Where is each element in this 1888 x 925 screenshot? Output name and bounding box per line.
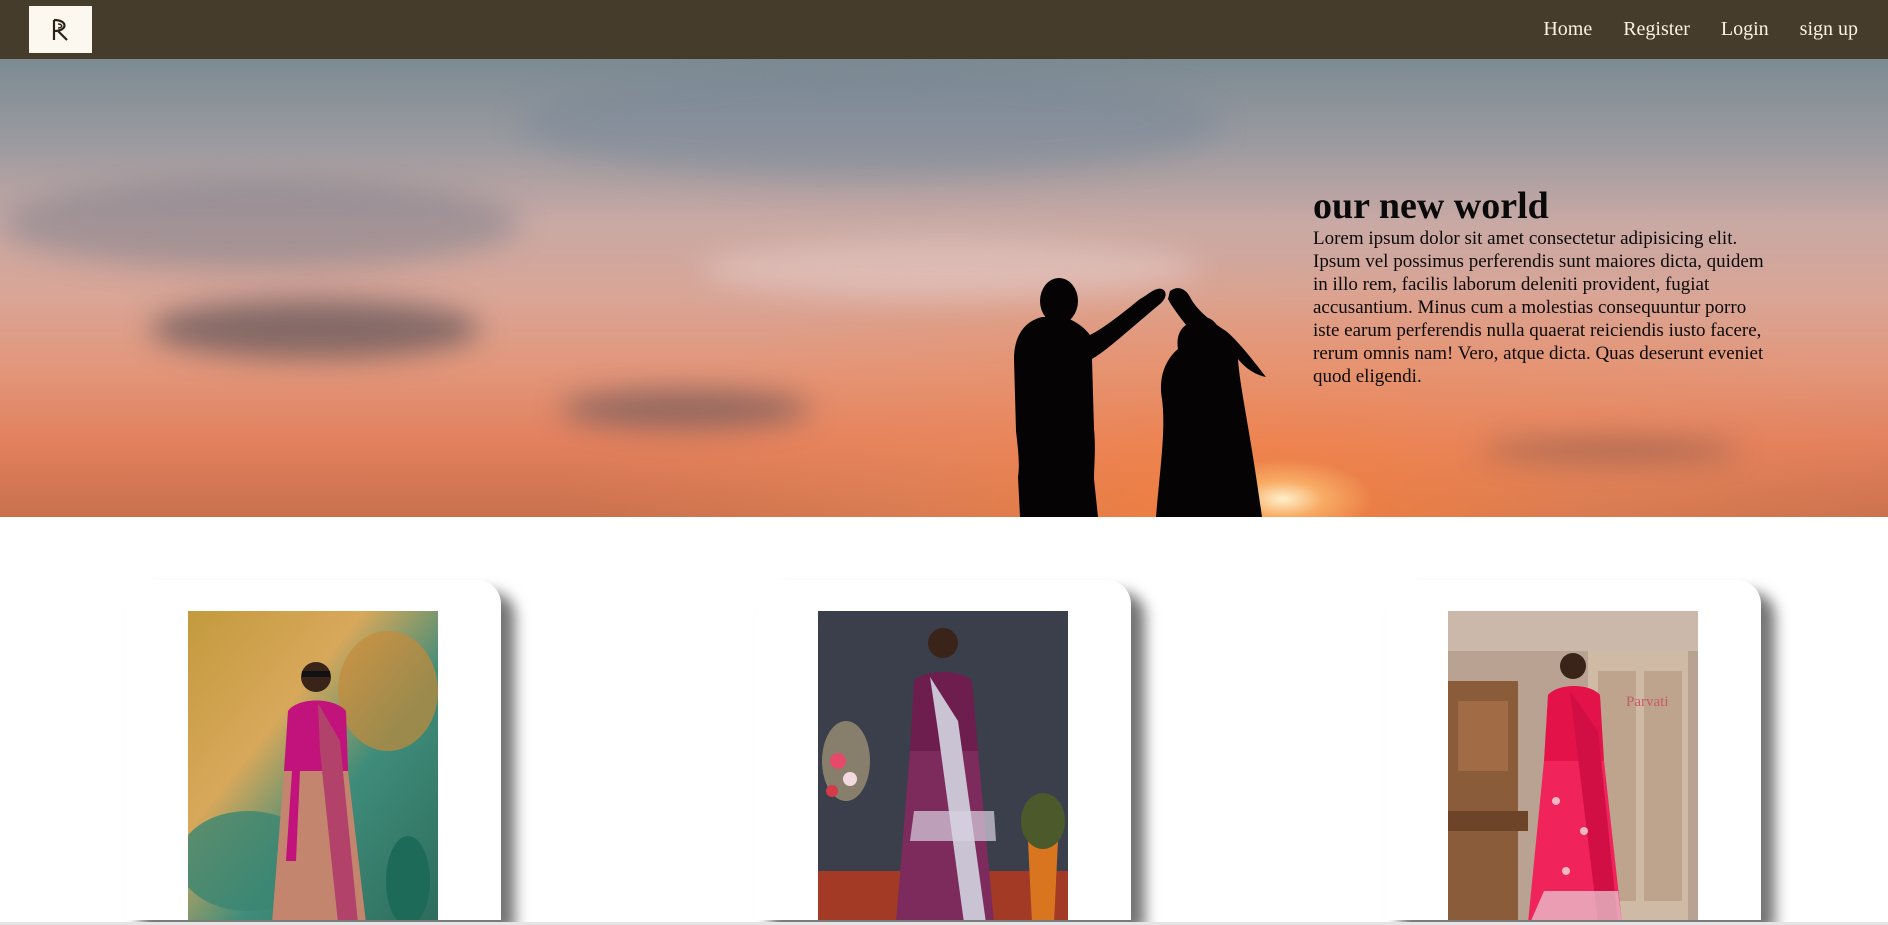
product-card[interactable]: Parvati (1386, 580, 1761, 920)
hero-description: Lorem ipsum dolor sit amet consectetur a… (1313, 228, 1764, 387)
hero-banner: our new world Lorem ipsum dolor sit amet… (0, 59, 1888, 517)
nav-link-login[interactable]: Login (1721, 18, 1769, 41)
nav-link-home[interactable]: Home (1543, 18, 1592, 41)
product-card[interactable] (126, 580, 501, 920)
hero-text-block: our new world Lorem ipsum dolor sit amet… (1313, 185, 1773, 388)
product-image[interactable] (188, 611, 438, 920)
nav-link-register[interactable]: Register (1623, 18, 1690, 41)
logo-icon (52, 18, 68, 41)
nav-links: Home Register Login sign up (1543, 0, 1858, 59)
logo[interactable] (29, 6, 92, 53)
product-card[interactable] (756, 580, 1131, 920)
product-image[interactable] (818, 611, 1068, 920)
svg-text:Parvati: Parvati (1626, 694, 1669, 710)
top-navbar: Home Register Login sign up (0, 0, 1888, 59)
product-cards: Parvati (0, 517, 1888, 925)
hero-title: our new world (1313, 185, 1549, 227)
product-image[interactable]: Parvati (1448, 611, 1698, 920)
nav-link-sign-up[interactable]: sign up (1800, 18, 1858, 41)
